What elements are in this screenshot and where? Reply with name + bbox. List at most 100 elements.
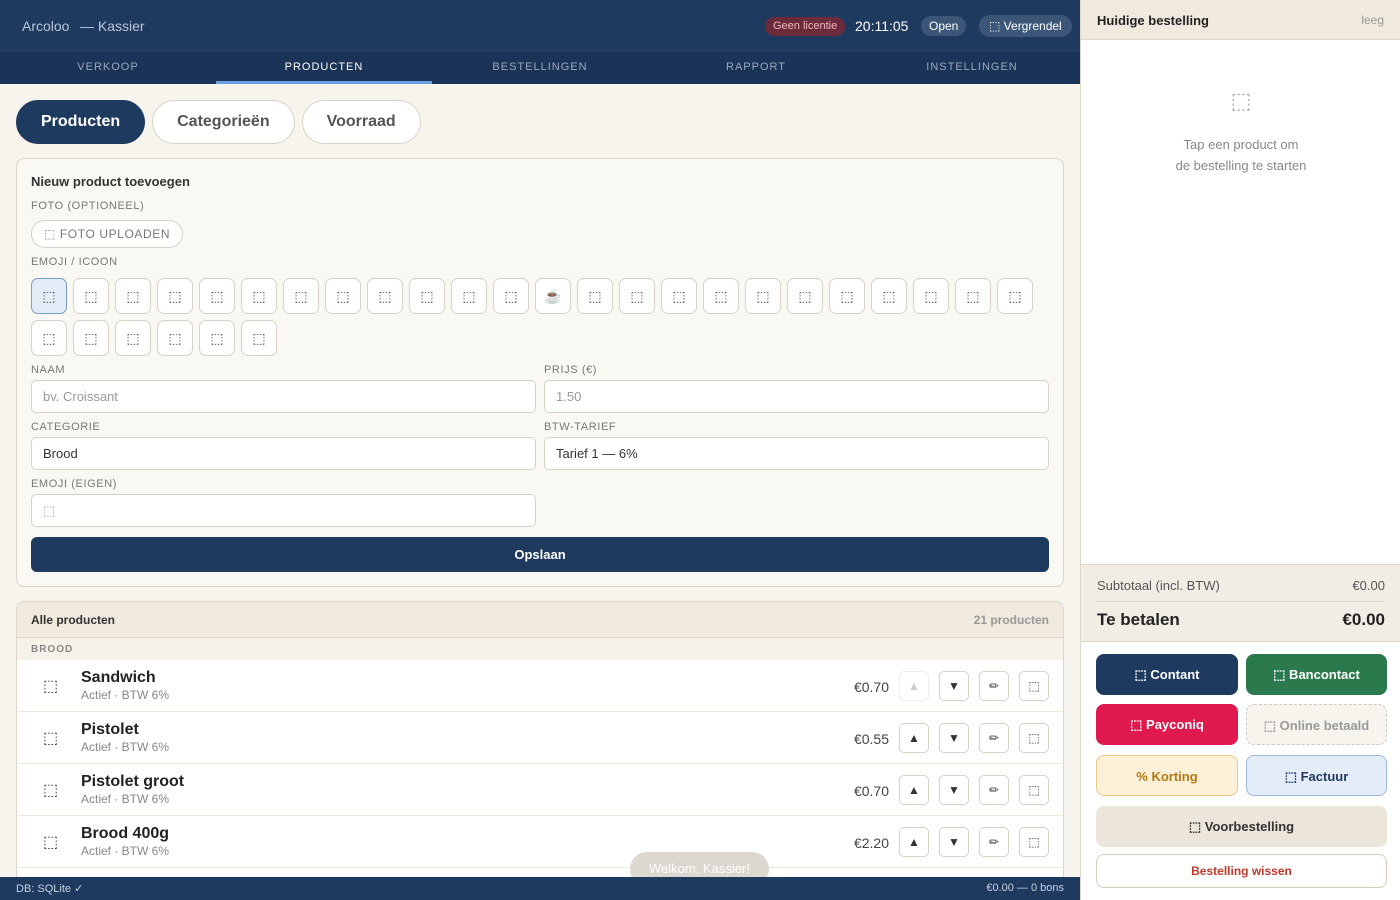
emoji-option[interactable]: ⬚: [745, 278, 781, 314]
emoji-option[interactable]: ⬚: [199, 278, 235, 314]
product-meta: Actief · BTW 6%: [81, 844, 170, 858]
emoji-option[interactable]: ⬚: [577, 278, 613, 314]
emoji-option[interactable]: ⬚: [241, 320, 277, 356]
price-label: PRIJS (€): [544, 364, 598, 376]
emoji-option[interactable]: ⬚: [787, 278, 823, 314]
emoji-option[interactable]: ⬚: [703, 278, 739, 314]
totals-divider: [1097, 601, 1385, 602]
tab-verkoop[interactable]: VERKOOP: [0, 52, 216, 84]
move-up-button[interactable]: ▲: [899, 723, 929, 753]
emoji-option[interactable]: ⬚: [955, 278, 991, 314]
tab-producten[interactable]: PRODUCTEN: [216, 52, 432, 84]
price-input[interactable]: 1.50: [544, 380, 1049, 413]
product-name: Sandwich: [81, 669, 156, 686]
emoji-own-input[interactable]: ⬚: [31, 494, 536, 527]
product-list: Alle producten 21 producten BROOD ⬚ Sandw…: [16, 601, 1064, 891]
product-icon: ⬚: [43, 834, 59, 851]
emoji-option[interactable]: ⬚: [241, 278, 277, 314]
order-title: Huidige bestelling: [1097, 13, 1209, 28]
emoji-option[interactable]: ⬚: [997, 278, 1033, 314]
save-button[interactable]: Opslaan: [31, 537, 1049, 572]
product-meta: Actief · BTW 6%: [81, 792, 170, 806]
move-up-button[interactable]: ▲: [899, 775, 929, 805]
name-input[interactable]: bv. Croissant: [31, 380, 536, 413]
emoji-option[interactable]: ⬚: [115, 320, 151, 356]
day-summary: €0.00 — 0 bons: [986, 882, 1064, 894]
subtotal-value: €0.00: [1352, 578, 1385, 593]
emoji-option[interactable]: ⬚: [829, 278, 865, 314]
empty-cart-text: Tap een product om de bestelling te star…: [1081, 134, 1400, 176]
emoji-option[interactable]: ⬚: [115, 278, 151, 314]
emoji-option[interactable]: ⬚: [73, 278, 109, 314]
emoji-option[interactable]: ⬚: [283, 278, 319, 314]
move-down-button[interactable]: ▼: [939, 671, 969, 701]
bancontact-button[interactable]: ⬚ Bancontact: [1246, 654, 1387, 695]
emoji-option[interactable]: ⬚: [157, 320, 193, 356]
emoji-grid: ⬚ ⬚ ⬚ ⬚ ⬚ ⬚ ⬚ ⬚ ⬚ ⬚ ⬚ ⬚ ☕ ⬚ ⬚ ⬚ ⬚ ⬚ ⬚ ⬚ ⬚ ⬚ ⬚ ⬚ ⬚ ⬚ ⬚ ⬚ ⬚ ⬚: [31, 278, 1041, 356]
move-up-button[interactable]: ▲: [899, 827, 929, 857]
emoji-option[interactable]: ⬚: [871, 278, 907, 314]
delete-button[interactable]: ⬚: [1019, 775, 1049, 805]
emoji-option[interactable]: ⬚: [451, 278, 487, 314]
top-bar: Arcoloo — Kassier Geen licentie 20:11:05…: [0, 0, 1080, 52]
emoji-option[interactable]: ⬚: [157, 278, 193, 314]
emoji-option[interactable]: ⬚: [913, 278, 949, 314]
move-down-button[interactable]: ▼: [939, 723, 969, 753]
emoji-option[interactable]: ⬚: [325, 278, 361, 314]
product-row[interactable]: ⬚ Pistolet groot Actief · BTW 6% €0.70 ▲ ▼ ✏ ⬚: [17, 764, 1063, 816]
move-down-button[interactable]: ▼: [939, 775, 969, 805]
status-bar: DB: SQLite ✓ €0.00 — 0 bons: [0, 877, 1080, 900]
emoji-option[interactable]: ⬚: [661, 278, 697, 314]
online-paid-button[interactable]: ⬚ Online betaald: [1246, 704, 1387, 745]
edit-button[interactable]: ✏: [979, 723, 1009, 753]
lock-button[interactable]: ⬚ Vergrendel: [979, 15, 1072, 37]
name-label: NAAM: [31, 364, 66, 376]
subtab-voorraad[interactable]: Voorraad: [301, 100, 421, 144]
cash-button[interactable]: ⬚ Contant: [1096, 654, 1238, 695]
product-row[interactable]: ⬚ Sandwich Actief · BTW 6% €0.70 ▲ ▼ ✏ ⬚: [17, 660, 1063, 712]
order-header: Huidige bestelling leeg: [1081, 0, 1400, 40]
delete-button[interactable]: ⬚: [1019, 827, 1049, 857]
photo-label: FOTO (OPTIONEEL): [31, 200, 145, 212]
move-up-button[interactable]: ▲: [899, 671, 929, 701]
tab-rapport[interactable]: RAPPORT: [648, 52, 864, 84]
emoji-option[interactable]: ⬚: [493, 278, 529, 314]
product-list-header: Alle producten 21 producten: [17, 602, 1063, 638]
empty-line-2: de bestelling te starten: [1175, 158, 1307, 173]
emoji-option[interactable]: ⬚: [199, 320, 235, 356]
product-icon: ⬚: [43, 730, 59, 747]
preorder-button[interactable]: ⬚ Voorbestelling: [1096, 806, 1387, 847]
order-state: leeg: [1361, 13, 1384, 27]
main-nav: VERKOOP PRODUCTEN BESTELLINGEN RAPPORT INSTE…: [0, 52, 1080, 84]
product-row[interactable]: ⬚ Brood 400g Actief · BTW 6% €2.20 ▲ ▼ ✏ ⬚: [17, 816, 1063, 868]
payconiq-button[interactable]: ⬚ Payconiq: [1096, 704, 1238, 745]
delete-button[interactable]: ⬚: [1019, 723, 1049, 753]
product-name: Brood 400g: [81, 825, 170, 842]
edit-button[interactable]: ✏: [979, 775, 1009, 805]
empty-cart-icon: ⬚: [1230, 88, 1252, 113]
emoji-option[interactable]: ⬚: [409, 278, 445, 314]
discount-button[interactable]: % Korting: [1096, 755, 1238, 796]
clear-order-button[interactable]: Bestelling wissen: [1096, 854, 1387, 888]
invoice-button[interactable]: ⬚ Factuur: [1246, 755, 1387, 796]
emoji-option[interactable]: ⬚: [619, 278, 655, 314]
delete-button[interactable]: ⬚: [1019, 671, 1049, 701]
tab-instellingen[interactable]: INSTELLINGEN: [864, 52, 1080, 84]
emoji-option[interactable]: ⬚: [367, 278, 403, 314]
emoji-option[interactable]: ⬚: [31, 278, 67, 314]
category-select[interactable]: Brood: [31, 437, 536, 470]
clock: 20:11:05: [855, 18, 909, 34]
tab-bestellingen[interactable]: BESTELLINGEN: [432, 52, 648, 84]
product-meta: Actief · BTW 6%: [81, 740, 170, 754]
emoji-option[interactable]: ⬚: [31, 320, 67, 356]
emoji-option[interactable]: ⬚: [73, 320, 109, 356]
emoji-option[interactable]: ☕: [535, 278, 571, 314]
product-row[interactable]: ⬚ Pistolet Actief · BTW 6% €0.55 ▲ ▼ ✏ ⬚: [17, 712, 1063, 764]
subtab-categorieën[interactable]: Categorieën: [152, 100, 295, 144]
edit-button[interactable]: ✏: [979, 671, 1009, 701]
photo-upload-button[interactable]: ⬚ FOTO UPLOADEN: [31, 220, 184, 248]
move-down-button[interactable]: ▼: [939, 827, 969, 857]
subtab-producten[interactable]: Producten: [16, 100, 146, 144]
vat-select[interactable]: Tarief 1 — 6%: [544, 437, 1049, 470]
edit-button[interactable]: ✏: [979, 827, 1009, 857]
